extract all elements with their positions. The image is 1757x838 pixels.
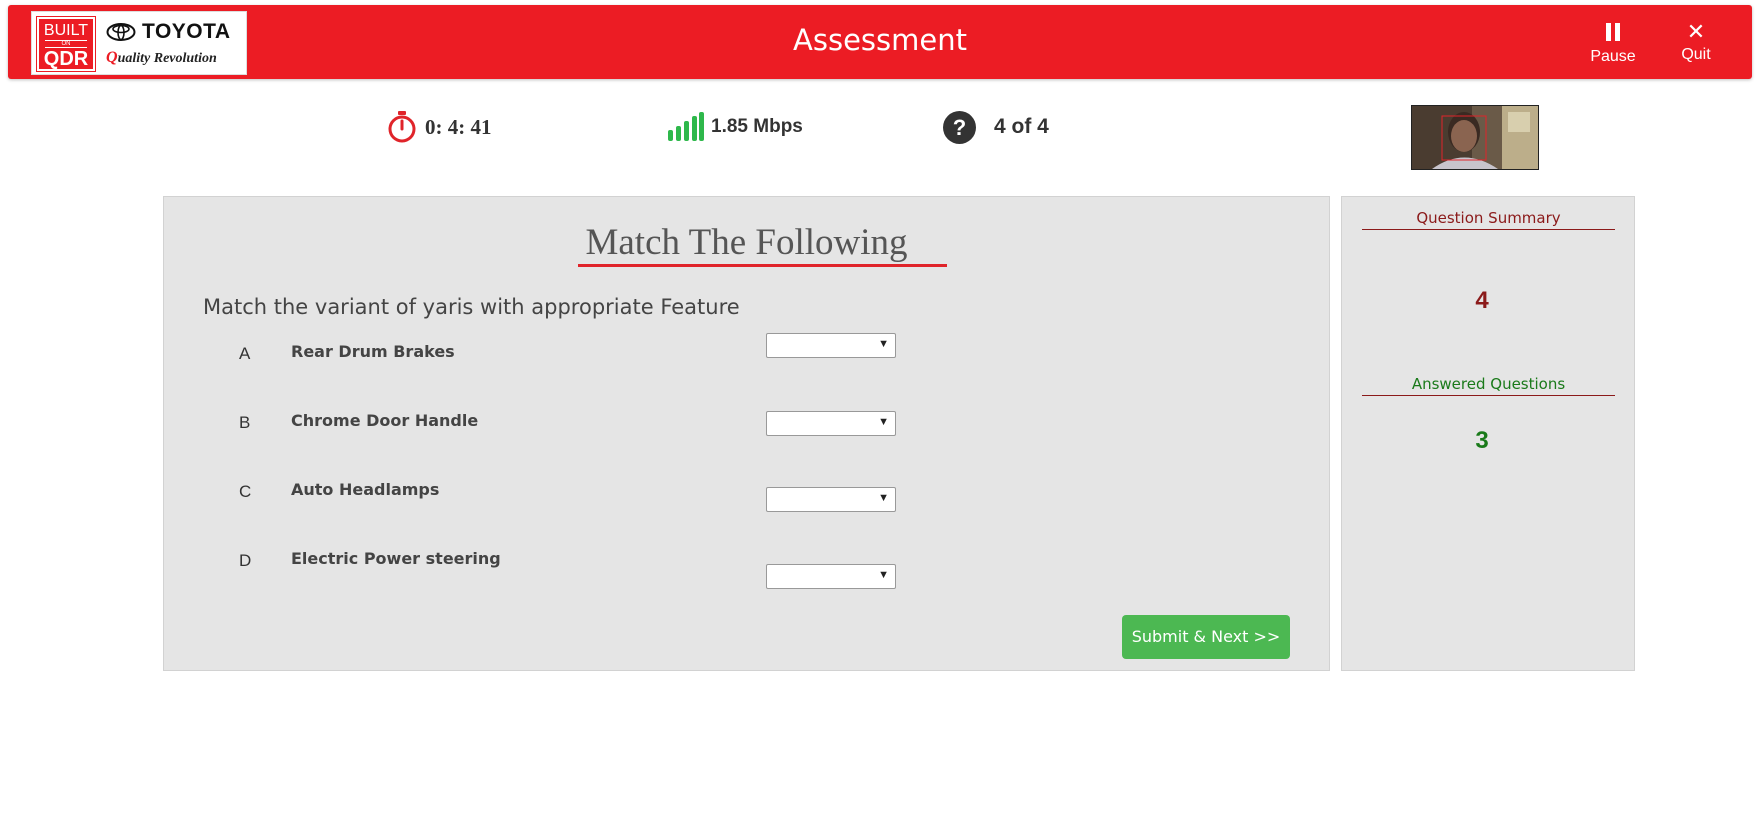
pause-button[interactable]: Pause <box>1578 23 1648 66</box>
quit-button[interactable]: ✕ Quit <box>1670 19 1722 64</box>
answered-questions-count: 3 <box>1475 427 1489 454</box>
webcam-feed-image <box>1412 106 1538 169</box>
match-label: Rear Drum Brakes <box>291 342 455 361</box>
pause-icon <box>1606 23 1620 41</box>
match-letter: C <box>239 482 252 501</box>
webcam-preview <box>1411 105 1539 170</box>
question-summary-panel: Question Summary 4 Answered Questions 3 <box>1341 196 1635 671</box>
match-select-a[interactable]: ▼ <box>766 333 896 358</box>
total-questions-count: 4 <box>1475 287 1489 314</box>
match-label: Auto Headlamps <box>291 480 440 499</box>
close-icon: ✕ <box>1686 19 1706 44</box>
pause-label: Pause <box>1590 48 1636 65</box>
match-select-c[interactable]: ▼ <box>766 487 896 512</box>
timer-value: 0: 4: 41 <box>425 114 492 139</box>
match-select-b[interactable]: ▼ <box>766 411 896 436</box>
match-label: Electric Power steering <box>291 549 501 568</box>
match-select-d[interactable]: ▼ <box>766 564 896 589</box>
match-letter: B <box>239 413 251 432</box>
network-speed: 1.85 Mbps <box>667 105 803 149</box>
timer: 0: 4: 41 <box>387 105 492 149</box>
dropdown-arrow-icon: ▼ <box>878 338 889 350</box>
question-progress: ? 4 of 4 <box>943 105 1049 149</box>
speed-value: 1.85 Mbps <box>711 116 803 137</box>
question-type-title: Match The Following <box>585 222 908 263</box>
answered-questions-heading: Answered Questions <box>1362 375 1615 396</box>
question-circle-icon: ? <box>943 110 976 144</box>
page-title: Assessment <box>793 23 967 57</box>
title-underline <box>578 264 947 267</box>
dropdown-arrow-icon: ▼ <box>878 416 889 428</box>
stopwatch-icon <box>388 111 416 143</box>
submit-next-button[interactable]: Submit & Next >> <box>1122 615 1290 659</box>
dropdown-arrow-icon: ▼ <box>878 569 889 581</box>
signal-bars-icon <box>668 112 704 141</box>
dropdown-arrow-icon: ▼ <box>878 492 889 504</box>
question-summary-heading: Question Summary <box>1362 209 1615 230</box>
match-letter: A <box>239 344 251 363</box>
match-label: Chrome Door Handle <box>291 411 479 430</box>
question-text: Match the variant of yaris with appropri… <box>203 295 740 319</box>
quit-label: Quit <box>1681 46 1711 63</box>
match-letter: D <box>239 551 252 570</box>
question-progress-value: 4 of 4 <box>994 115 1049 138</box>
header-bar: BUILT ON QDR TOYOTA Quality Revolution A… <box>8 5 1752 79</box>
question-panel: Match The Following Match the variant of… <box>163 196 1330 671</box>
